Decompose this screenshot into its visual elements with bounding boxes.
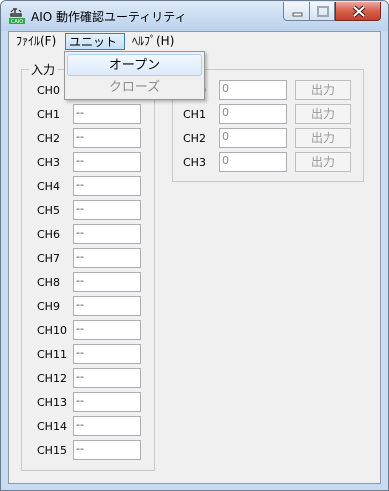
output-channel-label: CH3 bbox=[183, 156, 206, 169]
minimize-button[interactable] bbox=[283, 2, 310, 21]
input-channel-label: CH4 bbox=[37, 180, 60, 193]
svg-text:CAIO: CAIO bbox=[11, 19, 23, 25]
output-button[interactable]: 出力 bbox=[295, 80, 351, 100]
input-channel-label: CH2 bbox=[37, 132, 60, 145]
input-value-field[interactable]: -- bbox=[73, 152, 141, 172]
input-value-field[interactable]: -- bbox=[73, 104, 141, 124]
caio-app-icon: CAIO bbox=[8, 7, 26, 25]
maximize-button[interactable] bbox=[309, 2, 335, 21]
input-value-field[interactable]: -- bbox=[73, 296, 141, 316]
unit-dropdown-menu: オープン クローズ bbox=[64, 51, 205, 100]
input-group-title: 入力 bbox=[29, 61, 58, 78]
output-channel-label: CH1 bbox=[183, 108, 206, 121]
close-button[interactable] bbox=[335, 2, 381, 21]
menu-bar: ﾌｧｲﾙ(F) ユニット ﾍﾙﾌﾟ(H) bbox=[9, 32, 380, 52]
input-channel-label: CH11 bbox=[37, 348, 67, 361]
menu-help[interactable]: ﾍﾙﾌﾟ(H) bbox=[129, 33, 177, 50]
menu-item-open[interactable]: オープン bbox=[67, 54, 202, 76]
input-value-field[interactable]: -- bbox=[73, 224, 141, 244]
menu-unit[interactable]: ユニット bbox=[65, 33, 125, 50]
input-channel-label: CH9 bbox=[37, 300, 60, 313]
menu-item-close[interactable]: クローズ bbox=[67, 77, 202, 99]
output-value-field[interactable]: 0 bbox=[219, 104, 287, 124]
output-button[interactable]: 出力 bbox=[295, 104, 351, 124]
input-value-field[interactable]: -- bbox=[73, 176, 141, 196]
input-channel-label: CH5 bbox=[37, 204, 60, 217]
input-value-field[interactable]: -- bbox=[73, 272, 141, 292]
close-icon bbox=[352, 5, 366, 18]
input-channel-label: CH15 bbox=[37, 444, 67, 457]
input-value-field[interactable]: -- bbox=[73, 392, 141, 412]
input-value-field[interactable]: -- bbox=[73, 320, 141, 340]
minimize-icon bbox=[292, 12, 303, 17]
input-value-field[interactable]: -- bbox=[73, 416, 141, 436]
output-button[interactable]: 出力 bbox=[295, 152, 351, 172]
input-value-field[interactable]: -- bbox=[73, 248, 141, 268]
maximize-icon bbox=[317, 6, 329, 17]
title-bar[interactable]: CAIO AIO 動作確認ユーティリティ bbox=[1, 1, 388, 31]
output-button[interactable]: 出力 bbox=[295, 128, 351, 148]
input-channel-label: CH0 bbox=[37, 84, 60, 97]
menu-file[interactable]: ﾌｧｲﾙ(F) bbox=[13, 33, 59, 50]
input-value-field[interactable]: -- bbox=[73, 368, 141, 388]
input-channel-label: CH13 bbox=[37, 396, 67, 409]
input-channel-label: CH3 bbox=[37, 156, 60, 169]
output-channel-label: CH2 bbox=[183, 132, 206, 145]
input-value-field[interactable]: -- bbox=[73, 200, 141, 220]
input-channel-label: CH12 bbox=[37, 372, 67, 385]
input-value-field[interactable]: -- bbox=[73, 128, 141, 148]
input-value-field[interactable]: -- bbox=[73, 440, 141, 460]
input-channel-label: CH10 bbox=[37, 324, 67, 337]
input-channel-label: CH6 bbox=[37, 228, 60, 241]
output-value-field[interactable]: 0 bbox=[219, 152, 287, 172]
input-channel-label: CH7 bbox=[37, 252, 60, 265]
input-value-field[interactable]: -- bbox=[73, 344, 141, 364]
output-value-field[interactable]: 0 bbox=[219, 80, 287, 100]
input-channel-label: CH8 bbox=[37, 276, 60, 289]
app-window: CAIO AIO 動作確認ユーティリティ ﾌｧｲﾙ(F) ユニット ﾍﾙﾌﾟ(H… bbox=[0, 0, 389, 491]
input-channel-label: CH1 bbox=[37, 108, 60, 121]
window-title: AIO 動作確認ユーティリティ bbox=[31, 10, 187, 24]
output-value-field[interactable]: 0 bbox=[219, 128, 287, 148]
input-channel-label: CH14 bbox=[37, 420, 67, 433]
